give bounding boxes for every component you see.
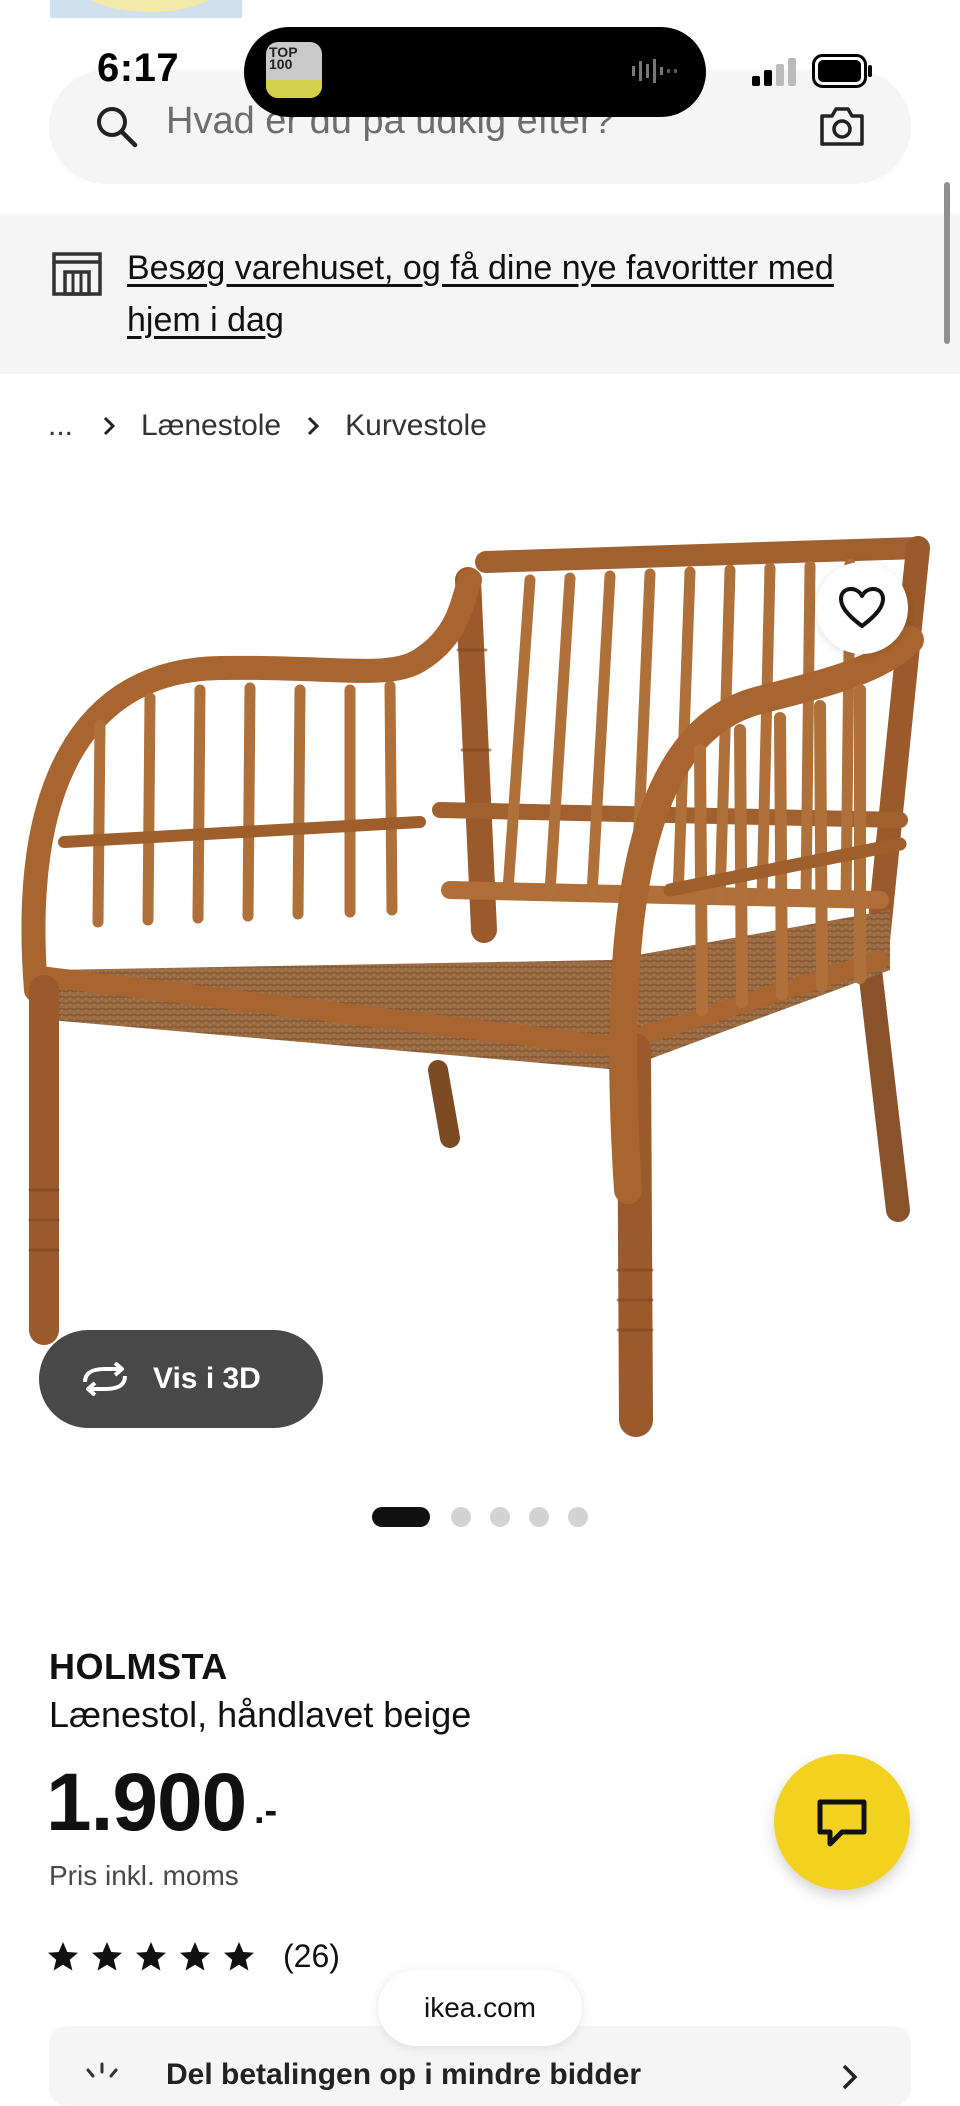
payment-split-icon [86,2062,118,2078]
carousel-dot-1[interactable] [372,1507,430,1527]
carousel-dot-5[interactable] [568,1507,588,1527]
breadcrumb-rattan-chairs[interactable]: Kurvestole [345,409,487,443]
chevron-right-icon [842,2064,858,2090]
breadcrumb-armchairs[interactable]: Lænestole [141,409,281,443]
favorite-button[interactable] [816,562,908,654]
price-note: Pris inkl. moms [49,1860,239,1891]
chair-illustration [21,536,930,1437]
artwork-badge: TOP 100 [269,44,298,72]
chevron-right-icon [103,416,116,436]
product-price: 1.900 [46,1757,247,1848]
camera-icon[interactable] [818,104,866,148]
product-image[interactable] [0,490,960,1450]
review-count[interactable]: (26) [283,1938,340,1975]
rating[interactable]: (26) [47,1938,340,1975]
store-banner-link[interactable]: Besøg varehuset, og få dine nye favoritt… [127,242,907,346]
status-time: 6:17 [97,46,180,90]
audio-wave-icon [632,59,677,83]
star-icon [136,1941,166,1970]
carousel-dot-4[interactable] [529,1507,549,1527]
previous-content-strip [50,0,242,18]
chevron-right-icon [308,416,320,436]
product-name: HOLMSTA [49,1646,228,1687]
now-playing-artwork: TOP 100 [266,42,322,98]
store-icon [52,252,102,296]
star-icon [48,1941,78,1970]
battery-icon [812,54,872,88]
price-suffix: .- [254,1790,278,1832]
chat-icon [817,1799,867,1847]
heart-icon [839,587,885,628]
payment-promo-text: Del betalingen op i mindre bidder [166,2058,642,2091]
scrollbar[interactable] [944,182,950,344]
view-in-3d-button[interactable]: Vis i 3D [39,1330,323,1428]
product-description: Lænestol, håndlavet beige [49,1694,472,1735]
rotate-3d-icon [83,1362,127,1396]
carousel-dot-3[interactable] [490,1507,510,1527]
star-icon [92,1941,122,1970]
breadcrumb: ... Lænestole Kurvestole [48,406,487,446]
breadcrumb-ellipsis[interactable]: ... [48,409,73,443]
browser-url[interactable]: ikea.com [378,1970,582,2046]
image-carousel-dots [372,1506,607,1528]
search-icon [97,107,138,148]
signal-icon [752,58,796,86]
star-icon [224,1941,254,1970]
chat-button[interactable] [774,1754,910,1890]
star-icon [180,1941,210,1970]
view-in-3d-label: Vis i 3D [153,1362,261,1395]
carousel-dot-2[interactable] [451,1507,471,1527]
